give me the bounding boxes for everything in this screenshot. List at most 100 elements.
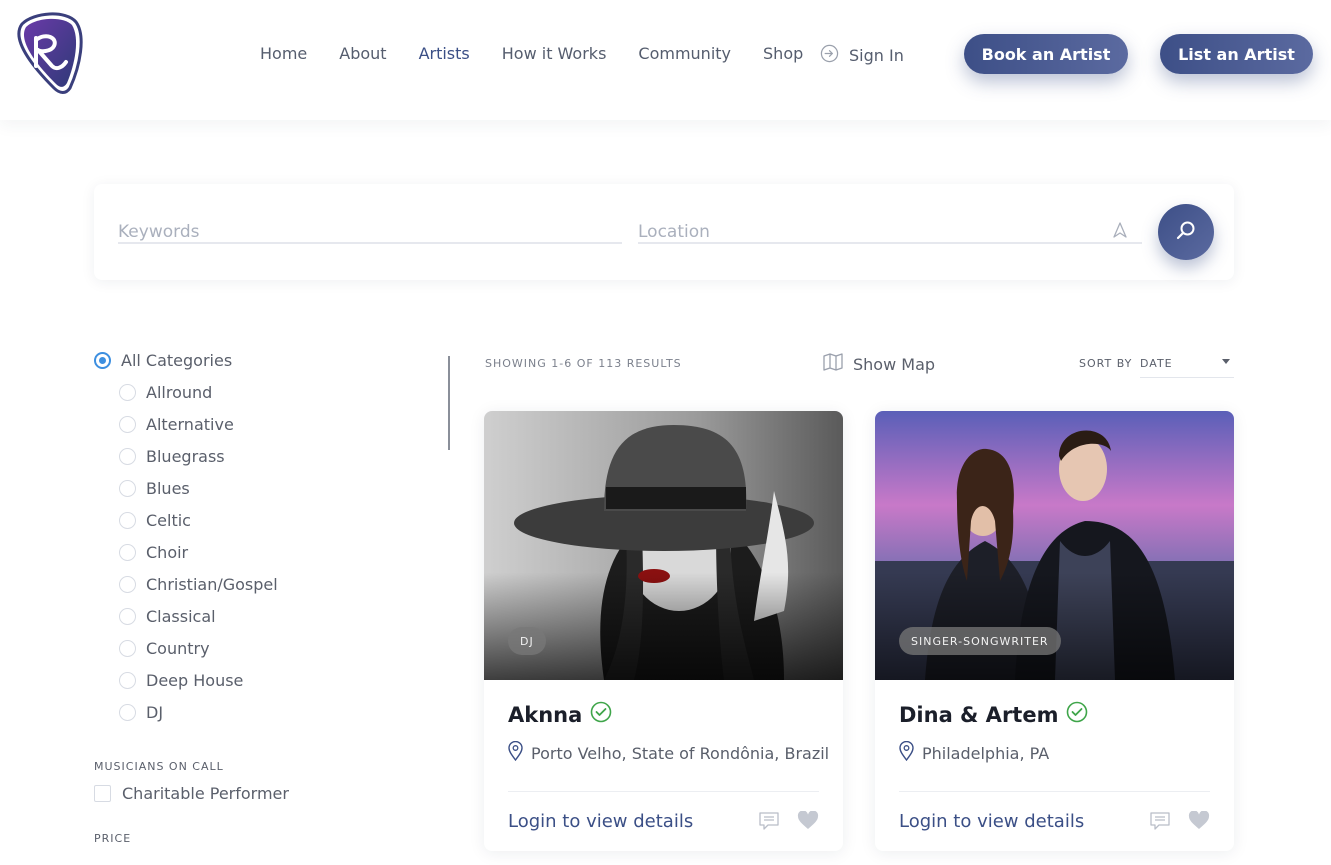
map-pin-icon xyxy=(508,740,523,765)
category-label: Celtic xyxy=(146,510,191,530)
category-scrollbar[interactable] xyxy=(448,356,450,450)
artist-card[interactable]: DJ Aknna Porto Velho, State of Rondônia,… xyxy=(484,411,843,851)
price-heading: PRICE xyxy=(94,832,132,845)
radio[interactable] xyxy=(119,671,136,689)
chevron-down-icon xyxy=(1222,359,1230,364)
category-country[interactable]: Country xyxy=(94,632,454,664)
nav-shop[interactable]: Shop xyxy=(763,44,803,63)
category-celtic[interactable]: Celtic xyxy=(94,504,454,536)
category-classical[interactable]: Classical xyxy=(94,600,454,632)
card-divider xyxy=(508,791,819,792)
radio[interactable] xyxy=(119,607,136,625)
category-label: Country xyxy=(146,638,210,658)
heart-icon[interactable] xyxy=(797,810,819,834)
map-pin-icon xyxy=(899,740,914,765)
nav-home[interactable]: Home xyxy=(260,44,307,63)
heart-icon[interactable] xyxy=(1188,810,1210,834)
radio-selected[interactable] xyxy=(94,351,111,369)
artist-name[interactable]: Dina & Artem xyxy=(899,701,1088,728)
category-allround[interactable]: Allround xyxy=(94,376,454,408)
category-label: Christian/Gospel xyxy=(146,574,278,594)
artist-location: Porto Velho, State of Rondônia, Brazil xyxy=(508,740,830,765)
radio[interactable] xyxy=(119,511,136,529)
radio[interactable] xyxy=(119,703,136,721)
category-label: Allround xyxy=(146,382,213,402)
filter-sidebar: All Categories Allround Alternative Blue… xyxy=(94,344,454,845)
category-list: All Categories Allround Alternative Blue… xyxy=(94,344,454,736)
results-toolbar: SHOWING 1-6 OF 113 RESULTS Show Map SORT… xyxy=(485,350,1235,380)
sort-by-label: SORT BY xyxy=(1079,357,1133,370)
category-christian-gospel[interactable]: Christian/Gospel xyxy=(94,568,454,600)
sign-in-icon xyxy=(820,44,839,67)
card-divider xyxy=(899,791,1210,792)
artist-photo[interactable]: DJ xyxy=(484,411,843,680)
category-label: Blues xyxy=(146,478,190,498)
category-label: All Categories xyxy=(121,350,233,370)
location-text: Philadelphia, PA xyxy=(922,743,1050,763)
category-dj[interactable]: DJ xyxy=(94,696,454,728)
category-bluegrass[interactable]: Bluegrass xyxy=(94,440,454,472)
artist-card[interactable]: SINGER-SONGWRITER Dina & Artem Philadelp… xyxy=(875,411,1234,851)
charitable-performer-option[interactable]: Charitable Performer xyxy=(94,784,289,803)
category-blues[interactable]: Blues xyxy=(94,472,454,504)
site-logo[interactable] xyxy=(14,10,84,94)
site-header: Home About Artists How it Works Communit… xyxy=(0,0,1331,120)
radio[interactable] xyxy=(119,383,136,401)
main-nav: Home About Artists How it Works Communit… xyxy=(260,44,803,63)
category-choir[interactable]: Choir xyxy=(94,536,454,568)
nav-artists[interactable]: Artists xyxy=(419,44,470,63)
show-map-label: Show Map xyxy=(853,354,936,374)
category-label: Classical xyxy=(146,606,216,626)
sort-select[interactable]: DATE xyxy=(1140,350,1234,378)
category-badge[interactable]: DJ xyxy=(508,627,546,655)
nav-community[interactable]: Community xyxy=(638,44,731,63)
category-alternative[interactable]: Alternative xyxy=(94,408,454,440)
keywords-input[interactable]: Keywords xyxy=(118,206,622,244)
search-icon xyxy=(1175,219,1197,245)
location-text: Porto Velho, State of Rondônia, Brazil xyxy=(531,743,830,763)
category-label: Alternative xyxy=(146,414,234,434)
book-artist-button[interactable]: Book an Artist xyxy=(964,34,1128,74)
nav-about[interactable]: About xyxy=(339,44,386,63)
sign-in-link[interactable]: Sign In xyxy=(820,44,904,67)
login-to-view-link[interactable]: Login to view details xyxy=(899,811,1084,832)
radio[interactable] xyxy=(119,639,136,657)
list-artist-button[interactable]: List an Artist xyxy=(1160,34,1313,74)
map-icon xyxy=(823,353,843,375)
category-label: Bluegrass xyxy=(146,446,225,466)
radio[interactable] xyxy=(119,479,136,497)
locate-arrow-icon[interactable] xyxy=(1112,222,1128,238)
search-button[interactable] xyxy=(1158,204,1214,260)
sign-in-label: Sign In xyxy=(849,46,904,65)
radio[interactable] xyxy=(119,447,136,465)
verified-check-icon xyxy=(590,701,612,728)
artist-location: Philadelphia, PA xyxy=(899,740,1050,765)
search-panel: Keywords Location xyxy=(94,184,1234,280)
results-count: SHOWING 1-6 OF 113 RESULTS xyxy=(485,357,682,370)
category-label: DJ xyxy=(146,702,164,722)
card-actions xyxy=(759,810,819,834)
location-input[interactable]: Location xyxy=(638,206,1142,244)
message-icon[interactable] xyxy=(1150,811,1170,834)
location-placeholder: Location xyxy=(638,222,710,242)
category-badge[interactable]: SINGER-SONGWRITER xyxy=(899,627,1061,655)
category-deep-house[interactable]: Deep House xyxy=(94,664,454,696)
show-map-toggle[interactable]: Show Map xyxy=(823,353,935,375)
verified-check-icon xyxy=(1066,701,1088,728)
radio[interactable] xyxy=(119,415,136,433)
sort-value: DATE xyxy=(1140,357,1173,370)
radio[interactable] xyxy=(119,575,136,593)
category-all[interactable]: All Categories xyxy=(94,344,454,376)
message-icon[interactable] xyxy=(759,811,779,834)
artist-name-text: Dina & Artem xyxy=(899,702,1059,727)
card-actions xyxy=(1150,810,1210,834)
login-to-view-link[interactable]: Login to view details xyxy=(508,811,693,832)
artist-photo[interactable]: SINGER-SONGWRITER xyxy=(875,411,1234,680)
category-label: Choir xyxy=(146,542,189,562)
radio[interactable] xyxy=(119,543,136,561)
category-label: Deep House xyxy=(146,670,244,690)
nav-how-it-works[interactable]: How it Works xyxy=(502,44,607,63)
artist-name-text: Aknna xyxy=(508,702,583,727)
checkbox[interactable] xyxy=(94,785,111,802)
artist-name[interactable]: Aknna xyxy=(508,701,612,728)
